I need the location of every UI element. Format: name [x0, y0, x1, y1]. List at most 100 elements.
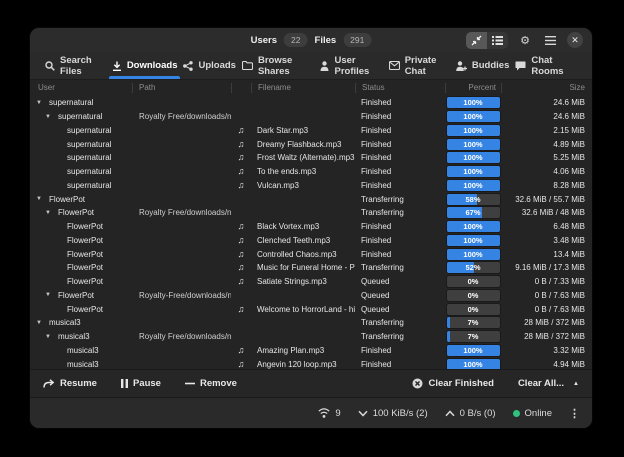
tab-uploads[interactable]: Uploads [180, 52, 238, 79]
expander-icon[interactable]: ▼ [45, 292, 58, 298]
remove-button[interactable]: Remove [185, 378, 237, 389]
table-row[interactable]: ▼ FlowerPot ♫ Black Vortex.mp3 Finished … [32, 220, 590, 234]
column-header-filename[interactable]: Filename [251, 83, 355, 93]
collapse-arrows-button[interactable] [466, 32, 487, 49]
user-name: musical3 [67, 346, 99, 355]
header-stats: Users 22 Files 291 [251, 33, 372, 47]
filetype-cell: ♫ [231, 302, 251, 316]
table-row[interactable]: ▼ supernatural ♫ Dark Star.mp3 Finished … [32, 124, 590, 138]
tab-browse-shares[interactable]: Browse Shares [239, 52, 318, 79]
table-row[interactable]: ▼ supernatural ♫ Vulcan.mp3 Finished 100… [32, 179, 590, 193]
pause-icon [121, 379, 128, 388]
size-cell: 4.89 MiB [501, 137, 590, 151]
size-cell: 3.32 MiB [501, 344, 590, 358]
list-view-button[interactable] [487, 32, 508, 49]
column-header-icon[interactable] [231, 83, 251, 93]
chat-bubble-icon [515, 61, 526, 71]
user-name: supernatural [67, 153, 111, 162]
progress-bar: 100% [447, 97, 500, 108]
progress-label: 100% [447, 345, 500, 356]
tab-private-chat[interactable]: Private Chat [386, 52, 453, 79]
table-row[interactable]: ▼ FlowerPot ♫ Clenched Teeth.mp3 Finishe… [32, 234, 590, 248]
expander-icon[interactable]: ▼ [45, 114, 58, 120]
online-status-icon [513, 410, 520, 417]
table-row[interactable]: ▼ FlowerPot Royalty-Free/downloads/nicot… [32, 289, 590, 303]
user-name: FlowerPot [67, 277, 103, 286]
tab-buddies[interactable]: Buddies [453, 52, 512, 79]
headerbar: Users 22 Files 291 [30, 28, 592, 52]
expander-icon[interactable]: ▼ [45, 334, 58, 340]
table-row[interactable]: ▼ supernatural Royalty Free/downloads/ni… [32, 110, 590, 124]
close-button[interactable]: ✕ [567, 32, 583, 48]
progress-label: 7% [447, 317, 500, 328]
table-row[interactable]: ▼ FlowerPot Transferring 58% [32, 192, 590, 206]
expander-icon[interactable]: ▼ [36, 196, 49, 202]
table-row[interactable]: ▼ supernatural Finished 100% [32, 96, 590, 110]
pause-button[interactable]: Pause [121, 378, 161, 389]
table-row[interactable]: ▼ FlowerPot ♫ Satiate Strings.mp3 Queued… [32, 275, 590, 289]
main-menu-button[interactable] [542, 32, 558, 48]
action-bar: Resume Pause Remove Clear Finished Clear… [30, 369, 592, 397]
table-row[interactable]: ▼ supernatural ♫ Frost Waltz (Alternate)… [32, 151, 590, 165]
column-header-percent[interactable]: Percent [445, 83, 501, 93]
resume-button[interactable]: Resume [43, 378, 97, 389]
statusbar-menu-button[interactable]: ⋮ [569, 407, 580, 420]
table-row[interactable]: ▼ musical3 ♫ Angevin 120 loop.mp3 Finish… [32, 357, 590, 369]
tab-label: Downloads [127, 60, 178, 71]
path-cell [132, 234, 231, 248]
progress-bar: 100% [447, 111, 500, 122]
user-name: supernatural [49, 98, 93, 107]
clear-finished-button[interactable]: Clear Finished [412, 378, 493, 389]
table-row[interactable]: ▼ FlowerPot Royalty Free/downloads/nicot… [32, 206, 590, 220]
user-cell: ▼ musical3 [32, 344, 132, 358]
clear-all-button[interactable]: Clear All... ▲ [518, 378, 579, 389]
table-row[interactable]: ▼ FlowerPot ♫ Controlled Chaos.mp3 Finis… [32, 247, 590, 261]
status-text: Transferring [355, 208, 404, 217]
filename-text: Clenched Teeth.mp3 [251, 236, 330, 245]
tab-user-profiles[interactable]: User Profiles [317, 52, 385, 79]
connections-indicator[interactable]: 9 [318, 408, 340, 419]
column-header-size[interactable]: Size [501, 83, 590, 93]
table-row[interactable]: ▼ supernatural ♫ To the ends.mp3 Finishe… [32, 165, 590, 179]
filename-cell: Dark Star.mp3 [251, 124, 355, 138]
path-text: Royalty Free/downloads/nicoti [132, 208, 231, 217]
user-name: FlowerPot [58, 291, 94, 300]
expander-icon[interactable]: ▼ [36, 320, 49, 326]
progress-label: 67% [447, 207, 500, 218]
table-row[interactable]: ▼ musical3 Transferring 7% [32, 316, 590, 330]
table-row[interactable]: ▼ musical3 Royalty Free/downloads/nicoti… [32, 330, 590, 344]
filename-cell: Controlled Chaos.mp3 [251, 247, 355, 261]
online-status-label: Online [525, 408, 552, 419]
size-text: 32.6 MiB / 48 MiB [522, 208, 590, 217]
size-cell: 24.6 MiB [501, 110, 590, 124]
path-cell [132, 357, 231, 369]
tab-chat-rooms[interactable]: Chat Rooms [512, 52, 580, 79]
column-header-path[interactable]: Path [132, 83, 231, 93]
upload-speed-indicator[interactable]: 0 B/s (0) [445, 408, 496, 419]
table-row[interactable]: ▼ musical3 ♫ Amazing Plan.mp3 Finished 1… [32, 344, 590, 358]
tab-downloads[interactable]: Downloads [109, 52, 181, 79]
progress-bar: 100% [447, 166, 500, 177]
settings-button[interactable]: ⚙ [517, 32, 533, 48]
path-cell [132, 220, 231, 234]
user-cell: ▼ FlowerPot [32, 247, 132, 261]
table-row[interactable]: ▼ supernatural ♫ Dreamy Flashback.mp3 Fi… [32, 137, 590, 151]
music-note-icon: ♫ [238, 305, 245, 314]
column-header-user[interactable]: User [32, 83, 132, 93]
status-text: Queued [355, 277, 389, 286]
progress-label: 100% [447, 125, 500, 136]
size-cell: 2.15 MiB [501, 124, 590, 138]
expander-icon[interactable]: ▼ [45, 210, 58, 216]
download-speed-indicator[interactable]: 100 KiB/s (2) [358, 408, 428, 419]
progress-bar: 100% [447, 139, 500, 150]
table-row[interactable]: ▼ FlowerPot ♫ Welcome to HorrorLand - hi… [32, 302, 590, 316]
status-text: Finished [355, 250, 391, 259]
column-header-status[interactable]: Status [355, 83, 445, 93]
path-cell: Royalty Free/downloads/nicoti [132, 330, 231, 344]
table-row[interactable]: ▼ FlowerPot ♫ Music for Funeral Home - P… [32, 261, 590, 275]
expander-icon[interactable]: ▼ [36, 100, 49, 106]
tab-search-files[interactable]: Search Files [42, 52, 109, 79]
progress-label: 100% [447, 97, 500, 108]
online-status[interactable]: Online [513, 408, 552, 419]
status-text: Finished [355, 126, 391, 135]
